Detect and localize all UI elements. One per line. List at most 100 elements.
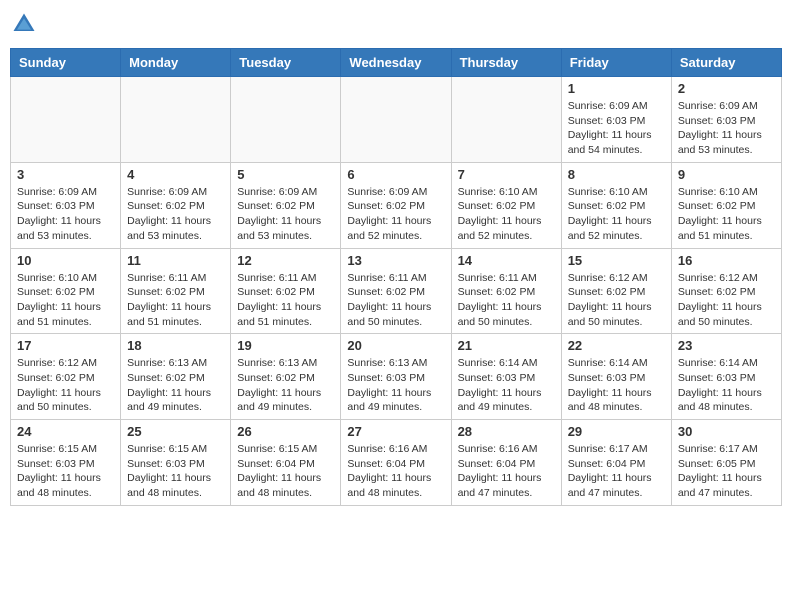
calendar-day-cell: 5Sunrise: 6:09 AM Sunset: 6:02 PM Daylig… (231, 162, 341, 248)
day-info: Sunrise: 6:12 AM Sunset: 6:02 PM Dayligh… (17, 356, 114, 415)
calendar-day-cell (451, 77, 561, 163)
calendar-day-cell: 9 Sunrise: 6:10 AM Sunset: 6:02 PM Daylig… (671, 162, 781, 248)
calendar-header-row: SundayMondayTuesdayWednesdayThursdayFrid… (11, 49, 782, 77)
calendar-day-cell: 25Sunrise: 6:15 AM Sunset: 6:03 PM Dayli… (121, 420, 231, 506)
calendar-day-cell: 17 Sunrise: 6:12 AM Sunset: 6:02 PM Dayli… (11, 334, 121, 420)
calendar-table: SundayMondayTuesdayWednesdayThursdayFrid… (10, 48, 782, 506)
day-info: Sunrise: 6:13 AM Sunset: 6:02 PM Dayligh… (237, 356, 334, 415)
day-number: 14 (458, 253, 555, 268)
day-info: Sunrise: 6:11 AM Sunset: 6:02 PM Dayligh… (347, 271, 444, 330)
day-number: 9 (678, 167, 775, 182)
day-info: Sunrise: 6:09 AM Sunset: 6:02 PM Dayligh… (237, 185, 334, 244)
day-info: Sunrise: 6:17 AM Sunset: 6:04 PM Dayligh… (568, 442, 665, 501)
calendar-day-cell: 2 Sunrise: 6:09 AM Sunset: 6:03 PM Daylig… (671, 77, 781, 163)
day-number: 17 (17, 338, 114, 353)
calendar-week-row: 10 Sunrise: 6:10 AM Sunset: 6:02 PM Dayli… (11, 248, 782, 334)
calendar-day-header: Sunday (11, 49, 121, 77)
calendar-day-cell: 1 Sunrise: 6:09 AM Sunset: 6:03 PM Daylig… (561, 77, 671, 163)
day-info: Sunrise: 6:09 AM Sunset: 6:03 PM Dayligh… (17, 185, 114, 244)
day-number: 21 (458, 338, 555, 353)
logo-icon (10, 10, 38, 38)
day-info: Sunrise: 6:16 AM Sunset: 6:04 PM Dayligh… (347, 442, 444, 501)
day-number: 15 (568, 253, 665, 268)
day-info: Sunrise: 6:15 AM Sunset: 6:03 PM Dayligh… (127, 442, 224, 501)
calendar-day-cell: 27 Sunrise: 6:16 AM Sunset: 6:04 PM Dayli… (341, 420, 451, 506)
day-number: 6 (347, 167, 444, 182)
day-info: Sunrise: 6:15 AM Sunset: 6:03 PM Dayligh… (17, 442, 114, 501)
page-header (10, 10, 782, 38)
calendar-day-cell (231, 77, 341, 163)
day-info: Sunrise: 6:11 AM Sunset: 6:02 PM Dayligh… (458, 271, 555, 330)
calendar-day-cell: 7 Sunrise: 6:10 AM Sunset: 6:02 PM Daylig… (451, 162, 561, 248)
calendar-day-cell: 10 Sunrise: 6:10 AM Sunset: 6:02 PM Dayli… (11, 248, 121, 334)
calendar-day-header: Friday (561, 49, 671, 77)
day-number: 16 (678, 253, 775, 268)
day-number: 3 (17, 167, 114, 182)
calendar-day-cell: 23 Sunrise: 6:14 AM Sunset: 6:03 PM Dayli… (671, 334, 781, 420)
calendar-day-cell: 18 Sunrise: 6:13 AM Sunset: 6:02 PM Dayli… (121, 334, 231, 420)
day-info: Sunrise: 6:09 AM Sunset: 6:02 PM Dayligh… (127, 185, 224, 244)
calendar-day-cell: 16 Sunrise: 6:12 AM Sunset: 6:02 PM Dayli… (671, 248, 781, 334)
day-info: Sunrise: 6:16 AM Sunset: 6:04 PM Dayligh… (458, 442, 555, 501)
calendar-week-row: 3 Sunrise: 6:09 AM Sunset: 6:03 PM Daylig… (11, 162, 782, 248)
day-number: 10 (17, 253, 114, 268)
calendar-day-cell: 24 Sunrise: 6:15 AM Sunset: 6:03 PM Dayli… (11, 420, 121, 506)
calendar-week-row: 1 Sunrise: 6:09 AM Sunset: 6:03 PM Daylig… (11, 77, 782, 163)
calendar-day-cell (341, 77, 451, 163)
calendar-day-cell: 4 Sunrise: 6:09 AM Sunset: 6:02 PM Daylig… (121, 162, 231, 248)
calendar-day-cell: 20 Sunrise: 6:13 AM Sunset: 6:03 PM Dayli… (341, 334, 451, 420)
day-number: 7 (458, 167, 555, 182)
calendar-day-cell: 14 Sunrise: 6:11 AM Sunset: 6:02 PM Dayli… (451, 248, 561, 334)
day-info: Sunrise: 6:10 AM Sunset: 6:02 PM Dayligh… (678, 185, 775, 244)
day-number: 20 (347, 338, 444, 353)
calendar-day-cell: 15 Sunrise: 6:12 AM Sunset: 6:02 PM Dayli… (561, 248, 671, 334)
day-info: Sunrise: 6:17 AM Sunset: 6:05 PM Dayligh… (678, 442, 775, 501)
calendar-week-row: 17 Sunrise: 6:12 AM Sunset: 6:02 PM Dayli… (11, 334, 782, 420)
day-number: 19 (237, 338, 334, 353)
day-number: 27 (347, 424, 444, 439)
day-number: 23 (678, 338, 775, 353)
day-info: Sunrise: 6:15 AM Sunset: 6:04 PM Dayligh… (237, 442, 334, 501)
day-info: Sunrise: 6:09 AM Sunset: 6:03 PM Dayligh… (568, 99, 665, 158)
calendar-week-row: 24 Sunrise: 6:15 AM Sunset: 6:03 PM Dayli… (11, 420, 782, 506)
day-number: 28 (458, 424, 555, 439)
day-number: 4 (127, 167, 224, 182)
calendar-day-header: Thursday (451, 49, 561, 77)
day-number: 8 (568, 167, 665, 182)
calendar-day-cell (11, 77, 121, 163)
day-info: Sunrise: 6:11 AM Sunset: 6:02 PM Dayligh… (237, 271, 334, 330)
day-info: Sunrise: 6:12 AM Sunset: 6:02 PM Dayligh… (678, 271, 775, 330)
logo (10, 10, 42, 38)
calendar-day-cell: 12Sunrise: 6:11 AM Sunset: 6:02 PM Dayli… (231, 248, 341, 334)
calendar-day-cell: 11 Sunrise: 6:11 AM Sunset: 6:02 PM Dayli… (121, 248, 231, 334)
day-info: Sunrise: 6:14 AM Sunset: 6:03 PM Dayligh… (568, 356, 665, 415)
day-number: 26 (237, 424, 334, 439)
calendar-day-cell: 3 Sunrise: 6:09 AM Sunset: 6:03 PM Daylig… (11, 162, 121, 248)
day-info: Sunrise: 6:10 AM Sunset: 6:02 PM Dayligh… (568, 185, 665, 244)
calendar-day-cell: 28 Sunrise: 6:16 AM Sunset: 6:04 PM Dayli… (451, 420, 561, 506)
day-number: 18 (127, 338, 224, 353)
day-info: Sunrise: 6:11 AM Sunset: 6:02 PM Dayligh… (127, 271, 224, 330)
calendar-day-cell: 13Sunrise: 6:11 AM Sunset: 6:02 PM Dayli… (341, 248, 451, 334)
calendar-day-cell: 19 Sunrise: 6:13 AM Sunset: 6:02 PM Dayli… (231, 334, 341, 420)
day-number: 24 (17, 424, 114, 439)
calendar-day-cell: 21 Sunrise: 6:14 AM Sunset: 6:03 PM Dayli… (451, 334, 561, 420)
day-number: 30 (678, 424, 775, 439)
day-info: Sunrise: 6:10 AM Sunset: 6:02 PM Dayligh… (458, 185, 555, 244)
day-info: Sunrise: 6:12 AM Sunset: 6:02 PM Dayligh… (568, 271, 665, 330)
calendar-day-header: Tuesday (231, 49, 341, 77)
day-number: 22 (568, 338, 665, 353)
day-info: Sunrise: 6:14 AM Sunset: 6:03 PM Dayligh… (458, 356, 555, 415)
day-number: 1 (568, 81, 665, 96)
day-info: Sunrise: 6:13 AM Sunset: 6:03 PM Dayligh… (347, 356, 444, 415)
day-number: 29 (568, 424, 665, 439)
day-info: Sunrise: 6:14 AM Sunset: 6:03 PM Dayligh… (678, 356, 775, 415)
day-number: 2 (678, 81, 775, 96)
day-info: Sunrise: 6:09 AM Sunset: 6:03 PM Dayligh… (678, 99, 775, 158)
day-info: Sunrise: 6:13 AM Sunset: 6:02 PM Dayligh… (127, 356, 224, 415)
day-info: Sunrise: 6:10 AM Sunset: 6:02 PM Dayligh… (17, 271, 114, 330)
calendar-day-cell: 30 Sunrise: 6:17 AM Sunset: 6:05 PM Dayli… (671, 420, 781, 506)
calendar-day-cell: 26 Sunrise: 6:15 AM Sunset: 6:04 PM Dayli… (231, 420, 341, 506)
day-number: 11 (127, 253, 224, 268)
day-info: Sunrise: 6:09 AM Sunset: 6:02 PM Dayligh… (347, 185, 444, 244)
